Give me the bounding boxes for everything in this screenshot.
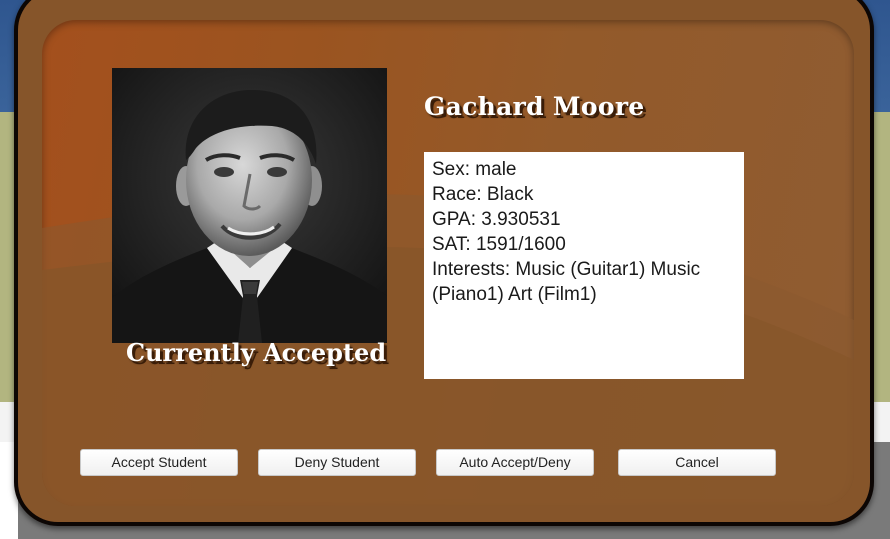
acceptance-status: Currently Accepted xyxy=(126,338,387,367)
student-info-box: Sex: male Race: Black GPA: 3.930531 SAT:… xyxy=(424,152,744,379)
deny-student-button[interactable]: Deny Student xyxy=(258,449,416,476)
info-interests: Interests: Music (Guitar1) Music (Piano1… xyxy=(432,259,701,305)
auto-accept-deny-button[interactable]: Auto Accept/Deny xyxy=(436,449,594,476)
student-photo xyxy=(112,68,387,343)
info-race: Race: Black xyxy=(432,184,534,205)
cancel-button[interactable]: Cancel xyxy=(618,449,776,476)
info-gpa: GPA: 3.930531 xyxy=(432,209,561,230)
student-name: Gachard Moore xyxy=(424,92,645,121)
info-sex: Sex: male xyxy=(432,159,517,180)
info-sat: SAT: 1591/1600 xyxy=(432,234,566,255)
accept-student-button[interactable]: Accept Student xyxy=(80,449,238,476)
student-portrait-icon xyxy=(112,68,387,343)
